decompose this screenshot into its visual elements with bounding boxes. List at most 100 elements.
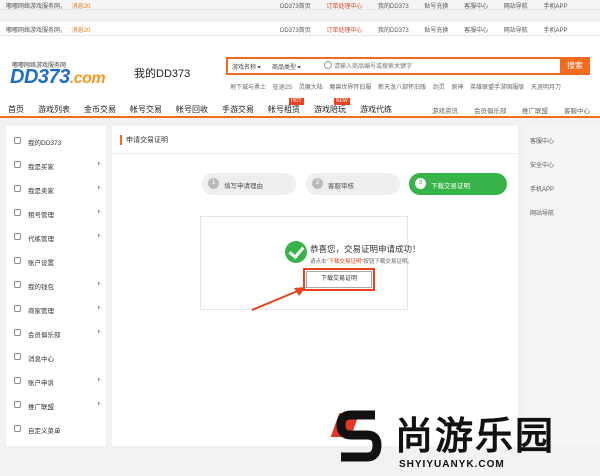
affiliate-icon: [14, 401, 21, 408]
chevron-down-icon: ▾: [97, 377, 100, 383]
right-link[interactable]: 客服中心: [530, 136, 554, 145]
site-logo[interactable]: DD373.com: [10, 66, 106, 89]
top-link-app[interactable]: 手机APP: [543, 4, 567, 10]
hotword[interactable]: 新天龙八部怀旧版: [378, 85, 426, 91]
step-2-number: 2: [312, 178, 323, 189]
sidebar-item-home[interactable]: 我的DD373: [14, 136, 104, 148]
sidebar-item-affiliate[interactable]: 推广联盟 ▾: [14, 400, 104, 412]
wallet-icon: [14, 281, 21, 288]
buyer-icon: [14, 161, 21, 168]
top-link-my[interactable]: 我的DD373: [378, 4, 409, 10]
download-proof-button[interactable]: 下载交易证明: [303, 268, 375, 291]
logo-main: DD373: [10, 66, 70, 88]
title-divider: [112, 153, 518, 154]
nav-account-recycle[interactable]: 帐号回收: [176, 104, 208, 115]
search-bar: 游戏名称 ▾ 商品类型 ▾ 搜索: [226, 57, 590, 75]
sidebar-item-messages[interactable]: 消息中心: [14, 352, 104, 364]
right-link[interactable]: 手机APP: [530, 184, 554, 193]
nav-club[interactable]: 会员俱乐部: [474, 105, 507, 115]
hot-search-words: 地下城与勇士 征途2S 灵魔大陆 魔兽世界怀旧服 新天龙八部怀旧版 剑灵 原神 …: [230, 82, 566, 91]
hotword[interactable]: 魔兽世界怀旧服: [329, 85, 371, 91]
top-link-orders-2[interactable]: 订单处理中心: [326, 28, 362, 34]
nav-accompany[interactable]: 游戏陪玩: [314, 104, 346, 115]
hotword[interactable]: 剑灵: [433, 85, 445, 91]
top-link-home-2[interactable]: DD373首页: [280, 28, 311, 34]
top-links-2: DD373首页 订单处理中心 我的DD373 贴号充换 客服中心 网站导航 手机…: [280, 25, 581, 34]
step-2-label: 客服审核: [328, 183, 354, 190]
watermark-s-logo-icon: [336, 410, 382, 462]
search-icon: [324, 61, 332, 69]
check-circle-icon: [285, 241, 307, 263]
sidebar-item-wallet[interactable]: 我的钱包 ▾: [14, 280, 104, 292]
step-1: 1 填写申请理由: [202, 173, 296, 195]
hotword[interactable]: 征途2S: [273, 85, 292, 91]
search-button[interactable]: 搜索: [560, 57, 590, 75]
type-select[interactable]: 商品类型 ▾: [272, 62, 301, 71]
success-message: 恭喜您，交易证明申请成功！: [310, 244, 421, 254]
top-utility-bar-duplicate: 嘟嘟网络游戏服务网， 消息20 DD373首页 订单处理中心 我的DD373 贴…: [0, 22, 600, 36]
chevron-down-icon: ▾: [97, 185, 100, 191]
seller-icon: [14, 185, 21, 192]
sidebar-item-seller[interactable]: 我是卖家 ▾: [14, 184, 104, 196]
nav-account-trade[interactable]: 帐号交易: [130, 104, 162, 115]
account-sidebar: 我的DD373 我是买家 ▾ 我是卖家 ▾ 租号管理 ▾ 代练管理 ▾ 账户设置 我的钱…: [6, 126, 106, 446]
sidebar-item-settings[interactable]: 账户设置: [14, 256, 104, 268]
sidebar-item-merchant[interactable]: 商家管理 ▾: [14, 304, 104, 316]
hotword[interactable]: 天涯明月刀: [531, 85, 561, 91]
sidebar-item-rental[interactable]: 租号管理 ▾: [14, 208, 104, 220]
sidebar-item-club[interactable]: 会员俱乐部 ▾: [14, 328, 104, 340]
game-select[interactable]: 游戏名称 ▾: [232, 62, 261, 71]
top-link-nav[interactable]: 网站导航: [504, 4, 528, 10]
top-link-my-2[interactable]: 我的DD373: [378, 28, 409, 34]
message-link-2[interactable]: 消息20: [72, 28, 91, 34]
top-link-service-2[interactable]: 客服中心: [464, 28, 488, 34]
top-link-nav-2[interactable]: 网站导航: [504, 28, 528, 34]
right-link[interactable]: 安全中心: [530, 160, 554, 169]
step-3-label: 下载交易证明: [431, 183, 470, 190]
top-link-orders[interactable]: 订单处理中心: [326, 4, 362, 10]
home-icon: [14, 137, 21, 144]
message-link[interactable]: 消息20: [72, 4, 91, 10]
sidebar-item-boosting[interactable]: 代练管理 ▾: [14, 232, 104, 244]
chevron-down-icon: ▾: [97, 305, 100, 311]
top-link-recharge[interactable]: 贴号充换: [424, 4, 448, 10]
sidebar-item-buyer[interactable]: 我是买家 ▾: [14, 160, 104, 172]
hotword[interactable]: 地下城与勇士: [230, 85, 266, 91]
right-panel: 客服中心 安全中心 手机APP 网站导航: [524, 126, 600, 446]
chevron-down-icon: ▾: [97, 329, 100, 335]
boosting-icon: [14, 233, 21, 240]
message-icon: [14, 353, 21, 360]
nav-game-list[interactable]: 游戏列表: [38, 104, 70, 115]
nav-news[interactable]: 游戏资讯: [432, 105, 458, 115]
step-3-number: 3: [415, 178, 426, 189]
nav-home[interactable]: 首页: [8, 104, 24, 115]
chevron-down-icon: ▾: [97, 281, 100, 287]
nav-gold[interactable]: 金币交易: [84, 104, 116, 115]
right-link[interactable]: 网站导航: [530, 208, 554, 217]
search-input[interactable]: [334, 61, 554, 72]
top-link-app-2[interactable]: 手机APP: [543, 28, 567, 34]
watermark-en: SHYIYUANYK.COM: [399, 459, 505, 470]
arrow-annotation-icon: [251, 287, 306, 311]
nav-mobile-trade[interactable]: 手游交易: [222, 104, 254, 115]
gear-icon: [14, 425, 21, 432]
top-link-recharge-2[interactable]: 贴号充换: [424, 28, 448, 34]
nav-account-rent[interactable]: 帐号租赁: [268, 104, 300, 115]
page-title: 我的DD373: [134, 68, 191, 80]
top-link-home[interactable]: DD373首页: [280, 4, 311, 10]
welcome-text: 嘟嘟网络游戏服务网，: [6, 4, 67, 10]
hotword[interactable]: 原神: [451, 85, 463, 91]
sidebar-item-appeal[interactable]: 账户申诉 ▾: [14, 376, 104, 388]
section-title: 申请交易证明: [120, 135, 168, 145]
top-link-service[interactable]: 客服中心: [464, 4, 488, 10]
nav-affiliate[interactable]: 推广联盟: [522, 105, 548, 115]
watermark-cn: 尚游乐园: [395, 414, 556, 458]
sidebar-item-custom-menu[interactable]: 自定义菜单: [14, 424, 104, 436]
appeal-icon: [14, 377, 21, 384]
step-1-label: 填写申请理由: [224, 183, 263, 190]
nav-boosting[interactable]: 游戏代练: [360, 104, 392, 115]
hotword[interactable]: 灵魔大陆: [299, 85, 323, 91]
nav-service[interactable]: 客服中心: [564, 105, 590, 115]
hotword[interactable]: 英雄联盟手游国服版: [470, 85, 524, 91]
top-welcome-2: 嘟嘟网络游戏服务网， 消息20: [6, 25, 90, 34]
